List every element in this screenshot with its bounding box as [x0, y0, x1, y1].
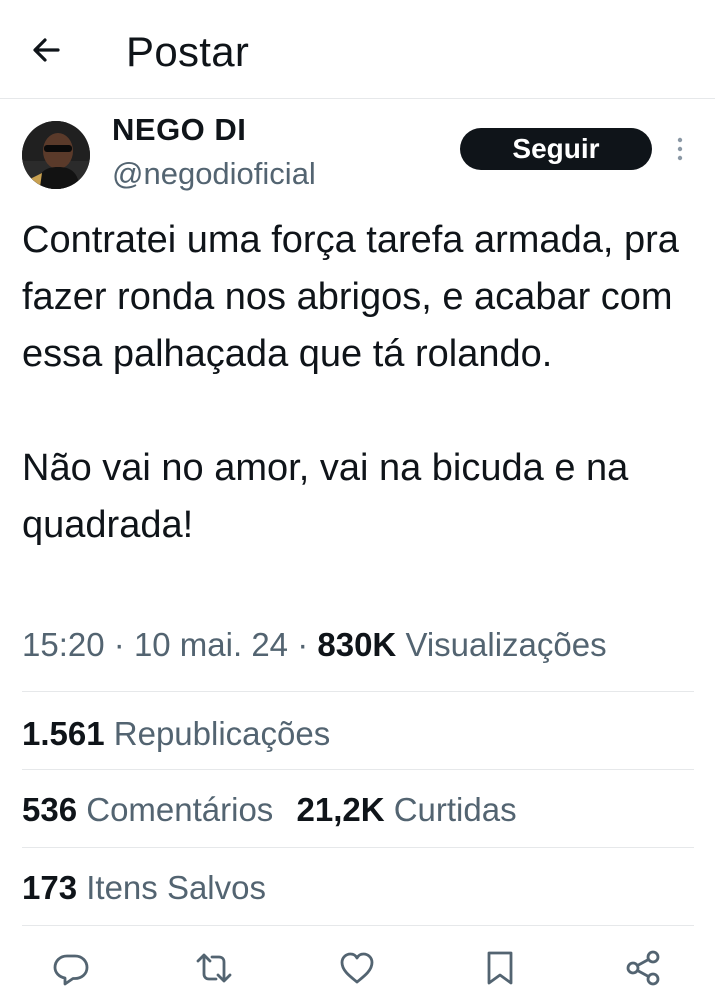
- views-label: Visualizações: [405, 626, 607, 663]
- reply-icon: [53, 954, 89, 986]
- likes-stat[interactable]: 21,2K Curtidas: [296, 791, 516, 828]
- reply-button[interactable]: [51, 948, 91, 988]
- likes-label: Curtidas: [393, 791, 517, 828]
- repost-button[interactable]: [194, 948, 234, 988]
- arrow-left-icon: [33, 38, 60, 62]
- avatar-image: [22, 121, 90, 189]
- reposts-count: 1.561: [22, 715, 105, 752]
- page-title: Postar: [126, 28, 250, 75]
- divider: [22, 769, 694, 770]
- tweet-paragraph: Não vai no amor, vai na bicuda e na quad…: [22, 447, 629, 546]
- more-options-button[interactable]: [670, 132, 690, 168]
- likes-count: 21,2K: [296, 791, 385, 828]
- comments-label: Comentários: [86, 791, 274, 828]
- author-name[interactable]: NEGO DI: [112, 112, 246, 148]
- tweet-time[interactable]: 15:20: [22, 626, 105, 663]
- bookmark-icon: [487, 951, 513, 985]
- divider: [22, 691, 694, 692]
- stats-row-reposts: 1.561 Republicações: [22, 715, 330, 753]
- heart-icon: [340, 952, 374, 984]
- share-icon: [626, 950, 660, 986]
- meta-separator: ·: [297, 626, 309, 663]
- avatar[interactable]: [22, 121, 90, 189]
- stats-row-engagement: 536 Comentários 21,2K Curtidas: [22, 791, 517, 829]
- bookmarks-count: 173: [22, 869, 78, 906]
- divider: [22, 847, 694, 848]
- like-button[interactable]: [337, 948, 377, 988]
- comments-count: 536: [22, 791, 78, 828]
- tweet-meta: 15:20 · 10 mai. 24 · 830K Visualizações: [22, 626, 607, 664]
- repost-icon: [196, 953, 232, 983]
- follow-button[interactable]: Seguir: [460, 128, 652, 170]
- tweet-text: Contratei uma força tarefa armada, pra f…: [22, 212, 682, 554]
- reposts-stat[interactable]: 1.561 Republicações: [22, 715, 330, 752]
- tweet-paragraph: Contratei uma força tarefa armada, pra f…: [22, 219, 679, 375]
- author-handle[interactable]: @negodioficial: [112, 156, 316, 192]
- meta-separator: ·: [113, 626, 125, 663]
- more-vertical-icon: [677, 137, 683, 161]
- reposts-label: Republicações: [113, 715, 331, 752]
- top-bar: Postar: [0, 0, 715, 99]
- share-button[interactable]: [623, 948, 663, 988]
- bookmarks-label: Itens Salvos: [86, 869, 266, 906]
- bookmarks-stat[interactable]: 173 Itens Salvos: [22, 869, 266, 906]
- stats-row-bookmarks: 173 Itens Salvos: [22, 869, 266, 907]
- divider: [22, 925, 694, 926]
- comments-stat[interactable]: 536 Comentários: [22, 791, 282, 828]
- back-button[interactable]: [28, 30, 68, 70]
- tweet-date[interactable]: 10 mai. 24: [134, 626, 288, 663]
- bookmark-button[interactable]: [480, 948, 520, 988]
- views-count: 830K: [317, 626, 397, 663]
- action-bar: [0, 942, 715, 992]
